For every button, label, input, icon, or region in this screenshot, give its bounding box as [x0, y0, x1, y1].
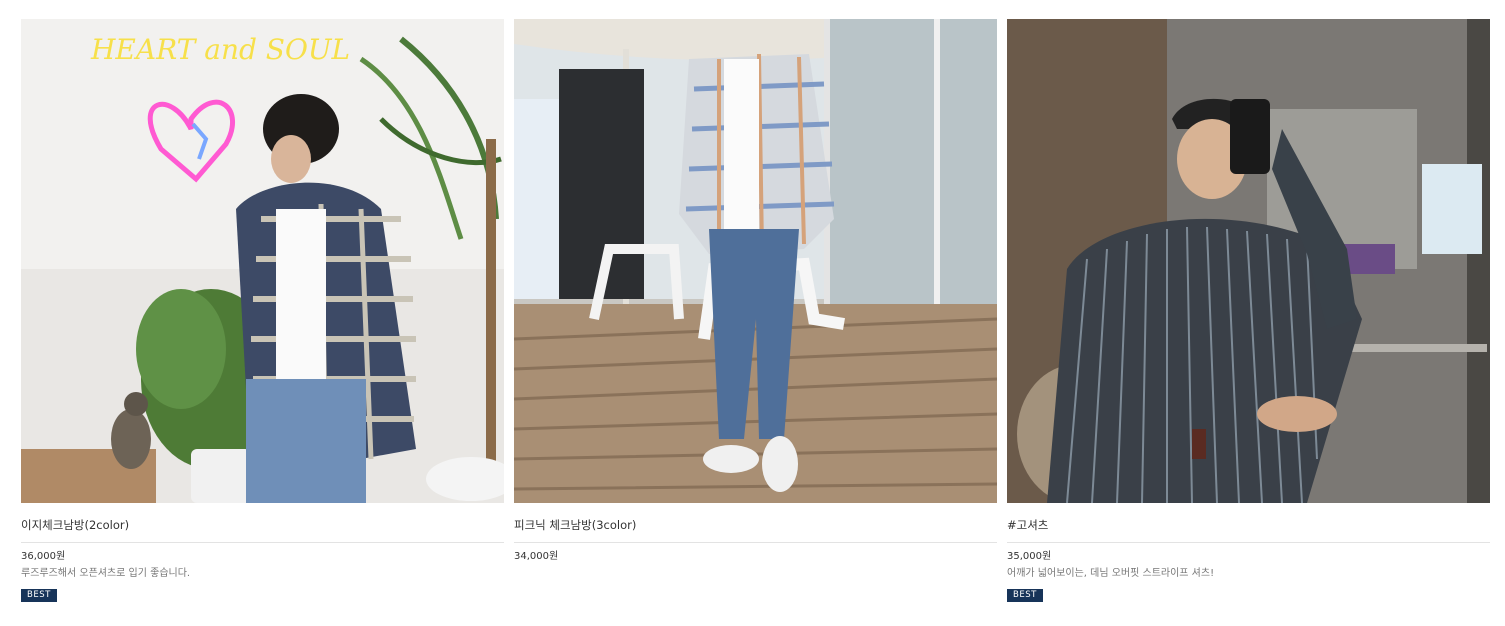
- product-name-link[interactable]: 피크닉 체크남방(3color): [514, 518, 997, 543]
- product-name-link[interactable]: #고셔츠: [1007, 518, 1490, 543]
- svg-text:HEART and SOUL: HEART and SOUL: [90, 33, 350, 66]
- product-summary: 루즈루즈해서 오픈셔츠로 입기 좋습니다.: [21, 568, 191, 579]
- product-image-link[interactable]: [514, 19, 997, 503]
- product-grid: HEART and SOUL 이지체크남방(2color) 36,000원 루즈…: [21, 19, 1490, 609]
- product-summary: 어깨가 넓어보이는, 데님 오버핏 스트라이프 셔츠!: [1007, 568, 1215, 579]
- product-name-link[interactable]: 이지체크남방(2color): [21, 518, 504, 543]
- product-card: 피크닉 체크남방(3color) 34,000원: [514, 19, 997, 563]
- product-photo-picnic-check-shirt-icon: [514, 19, 997, 503]
- product-image-link[interactable]: HEART and SOUL: [21, 19, 504, 503]
- product-price: 36,000원: [21, 551, 66, 562]
- product-image-link[interactable]: [1007, 19, 1490, 503]
- best-badge: BEST: [1007, 589, 1043, 602]
- product-card: #고셔츠 35,000원 어깨가 넓어보이는, 데님 오버핏 스트라이프 셔츠!…: [1007, 19, 1490, 602]
- product-price: 34,000원: [514, 551, 559, 562]
- product-card: HEART and SOUL 이지체크남방(2color) 36,000원 루즈…: [21, 19, 504, 602]
- product-photo-plaid-shirt-icon: HEART and SOUL: [21, 19, 504, 503]
- product-price: 35,000원: [1007, 551, 1052, 562]
- best-badge: BEST: [21, 589, 57, 602]
- product-photo-stripe-shirt-icon: [1007, 19, 1490, 503]
